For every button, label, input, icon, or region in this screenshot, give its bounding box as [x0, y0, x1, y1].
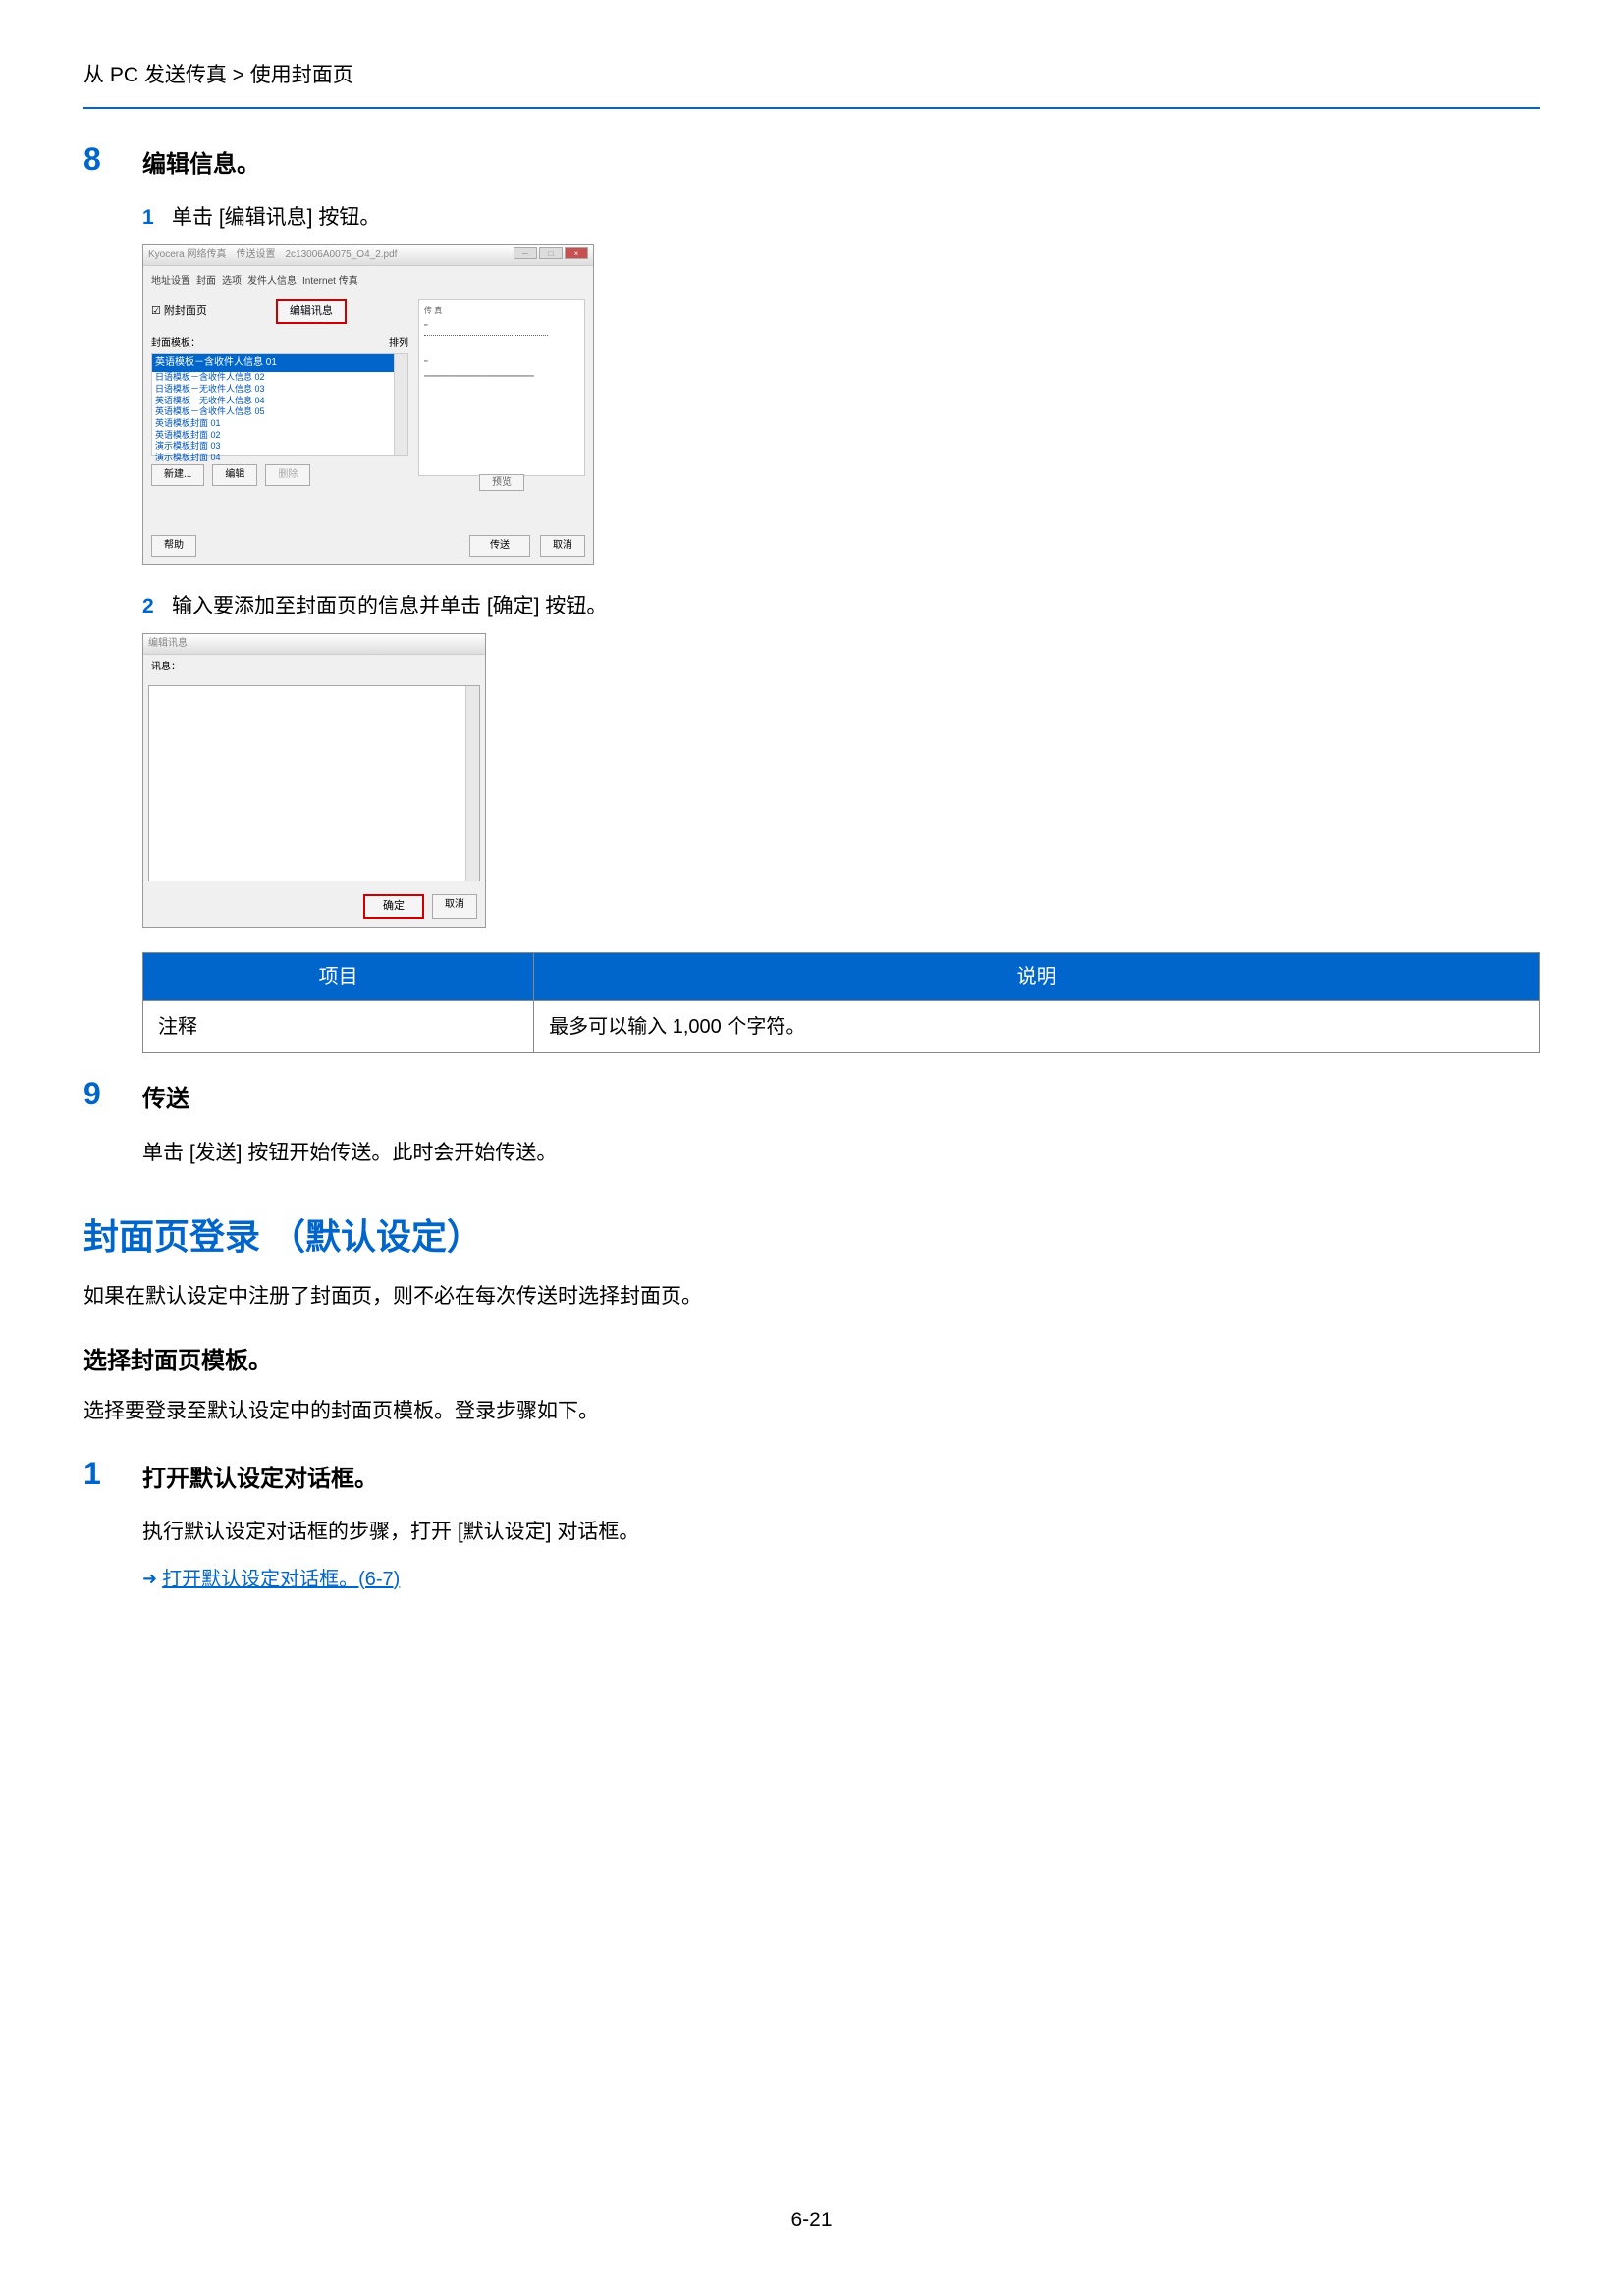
step-9-text: 单击 [发送] 按钮开始传送。此时会开始传送。	[142, 1137, 1540, 1170]
tab-sender[interactable]: 发件人信息	[247, 274, 297, 290]
step-8-title: 编辑信息。	[142, 146, 1540, 184]
help-button[interactable]: 帮助	[151, 535, 196, 557]
table-header-item: 项目	[143, 953, 534, 1001]
tab-address[interactable]: 地址设置	[151, 274, 190, 290]
table-row: 注释 最多可以输入 1,000 个字符。	[143, 1001, 1540, 1053]
cross-reference-link[interactable]: 打开默认设定对话框。(6-7)	[162, 1564, 400, 1595]
step-1: 1 打开默认设定对话框。 执行默认设定对话框的步骤，打开 [默认设定] 对话框。…	[83, 1458, 1540, 1595]
scrollbar[interactable]	[394, 354, 407, 455]
section-title: 封面页登录 （默认设定）	[83, 1208, 1540, 1265]
template-label: 封面模板：	[151, 336, 200, 351]
template-item[interactable]: 英语模板封面 01	[152, 418, 407, 430]
delete-button: 删除	[265, 464, 310, 486]
cover-checkbox[interactable]: ☑ 附封面页	[151, 303, 207, 321]
cancel-button[interactable]: 取消	[432, 894, 477, 920]
ok-button[interactable]: 确定	[363, 894, 424, 920]
tab-bar: 地址设置 封面 选项 发件人信息 Internet 传真	[151, 274, 585, 290]
template-item[interactable]: 日语模板－含收件人信息 02	[152, 372, 407, 384]
maximize-icon[interactable]: □	[539, 247, 563, 259]
send-button[interactable]: 传送	[469, 535, 530, 557]
edit-info-button[interactable]: 编辑讯息	[276, 299, 347, 325]
step-8: 8 编辑信息。 1 单击 [编辑讯息] 按钮。 Kyocera 网络传真 传送设…	[83, 143, 1540, 1054]
minimize-icon[interactable]: ─	[514, 247, 537, 259]
substep-number: 1	[142, 201, 172, 235]
substep-text: 输入要添加至封面页的信息并单击 [确定] 按钮。	[172, 590, 1540, 623]
substep-8-1: 1 单击 [编辑讯息] 按钮。	[142, 201, 1540, 235]
dialog-title: Kyocera 网络传真 传送设置 2c13006A0075_O4_2.pdf	[148, 247, 397, 263]
dialog2-screenshot: 编辑讯息 讯息： 确定 取消	[142, 633, 1540, 929]
substep-number: 2	[142, 590, 172, 623]
dialog2-title: 编辑讯息	[148, 636, 188, 652]
template-listbox[interactable]: 英语模板－含收件人信息 01 日语模板－含收件人信息 02 日语模板－无收件人信…	[151, 353, 408, 456]
subsection-text: 选择要登录至默认设定中的封面页模板。登录步骤如下。	[83, 1395, 1540, 1428]
sort-link[interactable]: 排列	[389, 336, 408, 351]
template-item[interactable]: 英语模板－含收件人信息 05	[152, 406, 407, 418]
scrollbar[interactable]	[465, 686, 479, 881]
template-item[interactable]: 演示模板封面 03	[152, 441, 407, 453]
step-number-8: 8	[83, 143, 142, 1054]
section-text: 如果在默认设定中注册了封面页，则不必在每次传送时选择封面页。	[83, 1280, 1540, 1313]
step-1-title: 打开默认设定对话框。	[142, 1461, 1540, 1498]
preview-button[interactable]: 预览	[479, 474, 524, 491]
tab-internet[interactable]: Internet 传真	[302, 274, 358, 290]
table-cell: 最多可以输入 1,000 个字符。	[534, 1001, 1540, 1053]
message-label: 讯息：	[143, 655, 485, 680]
page-number: 6-21	[790, 2204, 832, 2237]
template-item-selected[interactable]: 英语模板－含收件人信息 01	[152, 354, 407, 372]
arrow-icon: ➜	[142, 1565, 157, 1593]
message-textarea[interactable]	[148, 685, 480, 881]
table-cell: 注释	[143, 1001, 534, 1053]
info-table: 项目 说明 注释 最多可以输入 1,000 个字符。	[142, 952, 1540, 1053]
subsection-title: 选择封面页模板。	[83, 1343, 1540, 1380]
template-item[interactable]: 演示模板封面 04	[152, 453, 407, 464]
dialog1-screenshot: Kyocera 网络传真 传送设置 2c13006A0075_O4_2.pdf …	[142, 244, 1540, 566]
cancel-button[interactable]: 取消	[540, 535, 585, 557]
table-header-desc: 说明	[534, 953, 1540, 1001]
step-number-9: 9	[83, 1078, 142, 1169]
tab-cover[interactable]: 封面	[196, 274, 216, 290]
breadcrumb: 从 PC 发送传真 > 使用封面页	[83, 59, 1540, 92]
step-9: 9 传送 单击 [发送] 按钮开始传送。此时会开始传送。	[83, 1078, 1540, 1169]
preview-panel: 传 真 ━ ━ ━━━━━━━━━━━━━━━━━━━━━━━━━━━━━━━ …	[418, 299, 585, 476]
step-9-title: 传送	[142, 1081, 1540, 1118]
step-number-1: 1	[83, 1458, 142, 1595]
edit-button[interactable]: 编辑	[212, 464, 257, 486]
new-button[interactable]: 新建...	[151, 464, 204, 486]
step-1-text: 执行默认设定对话框的步骤，打开 [默认设定] 对话框。	[142, 1516, 1540, 1549]
substep-text: 单击 [编辑讯息] 按钮。	[172, 201, 1540, 235]
template-item[interactable]: 英语模板封面 02	[152, 430, 407, 442]
close-icon[interactable]: ×	[565, 247, 588, 259]
template-item[interactable]: 日语模板－无收件人信息 03	[152, 384, 407, 396]
divider	[83, 107, 1540, 109]
tab-options[interactable]: 选项	[222, 274, 242, 290]
substep-8-2: 2 输入要添加至封面页的信息并单击 [确定] 按钮。	[142, 590, 1540, 623]
template-item[interactable]: 英语模板－无收件人信息 04	[152, 396, 407, 407]
